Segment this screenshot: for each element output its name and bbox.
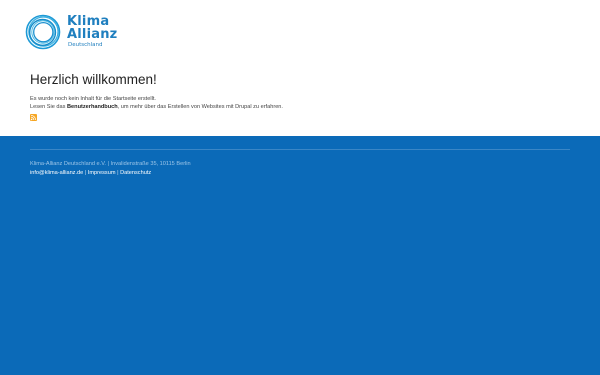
- user-guide-link[interactable]: Benutzerhandbuch: [67, 104, 118, 110]
- site-footer: Klima-Allianz Deutschland e.V. | Invalid…: [0, 136, 600, 375]
- main-content: Herzlich willkommen! Es wurde noch kein …: [30, 72, 570, 121]
- footer-datenschutz-link[interactable]: Datenschutz: [120, 170, 151, 176]
- intro-line-2-prefix: Lesen Sie das: [30, 104, 66, 110]
- intro-line-2: Lesen Sie das Benutzerhandbuch, um mehr …: [30, 103, 570, 111]
- footer-links: info@klima-allianz.de | Impressum | Date…: [30, 170, 151, 176]
- circle-swirl-logo-icon: [25, 14, 61, 50]
- brand-line-2: Allianz: [67, 27, 118, 43]
- intro-text: Es wurde noch kein Inhalt für die Starts…: [30, 95, 570, 111]
- footer-impressum-link[interactable]: Impressum: [88, 170, 116, 176]
- intro-line-2-suffix: , um mehr über das Erstellen von Website…: [117, 104, 283, 110]
- footer-address: Klima-Allianz Deutschland e.V. | Invalid…: [30, 161, 191, 167]
- site-header: Klima Allianz Deutschland: [24, 12, 117, 52]
- intro-line-1: Es wurde noch kein Inhalt für die Starts…: [30, 96, 156, 102]
- footer-divider: [30, 149, 570, 150]
- brand-line-3: Deutschland: [68, 42, 103, 49]
- page-title: Herzlich willkommen!: [30, 72, 157, 87]
- rss-feed-icon[interactable]: [30, 114, 37, 121]
- logo-link[interactable]: Klima Allianz Deutschland: [24, 13, 117, 51]
- brand-wordmark: Klima Allianz Deutschland: [67, 15, 117, 49]
- page: Klima Allianz Deutschland Herzlich willk…: [0, 0, 600, 375]
- footer-email-link[interactable]: info@klima-allianz.de: [30, 170, 83, 176]
